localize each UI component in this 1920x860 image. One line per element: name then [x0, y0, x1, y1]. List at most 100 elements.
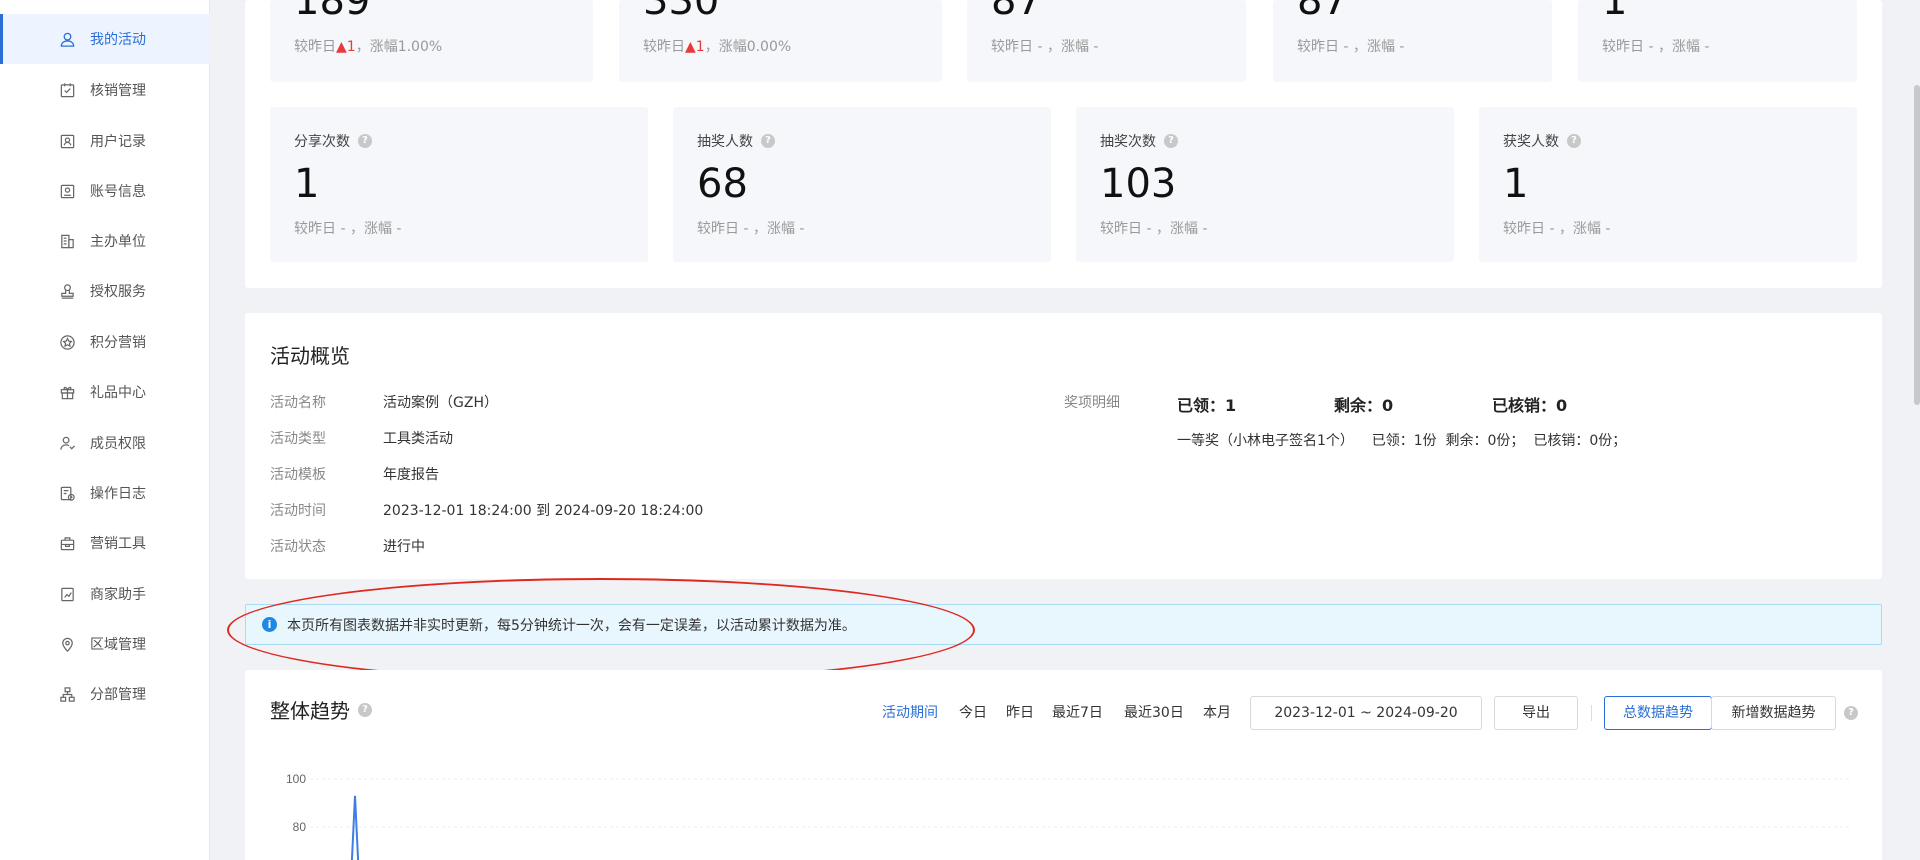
scrollbar-thumb[interactable]	[1914, 85, 1920, 405]
y-tick-label: 100	[286, 772, 306, 786]
stat-card-top-5: 1 较昨日 - ，涨幅 -	[1578, 0, 1857, 82]
stat-label: 分享次数?	[294, 131, 372, 151]
overview-row-name: 活动名称 活动案例（GZH）	[270, 395, 498, 411]
sidebar-item-label: 授权服务	[90, 284, 146, 300]
user-record-icon	[58, 132, 76, 150]
log-icon	[58, 484, 76, 502]
overview-title: 活动概览	[270, 344, 350, 368]
sidebar-item-merchant-assistant[interactable]: 商家助手	[0, 569, 210, 619]
stat-compare: 较昨日▲1，涨幅0.00%	[643, 39, 792, 55]
stat-value: 87	[991, 0, 1042, 24]
sidebar-item-label: 分部管理	[90, 687, 146, 703]
notice-text: 本页所有图表数据并非实时更新，每5分钟统计一次，会有一定误差，以活动累计数据为准…	[287, 617, 856, 634]
stat-value: 103	[1100, 161, 1177, 207]
sidebar-item-my-activity[interactable]: 我的活动	[0, 14, 210, 64]
sidebar-item-points-marketing[interactable]: 积分营销	[0, 317, 210, 367]
total-trend-button[interactable]: 总数据趋势	[1604, 696, 1712, 730]
help-icon[interactable]: ?	[1567, 134, 1581, 148]
toolbox-icon	[58, 534, 76, 552]
stat-value: 68	[697, 161, 748, 207]
notice-banner: i 本页所有图表数据并非实时更新，每5分钟统计一次，会有一定误差，以活动累计数据…	[245, 604, 1882, 645]
stat-card-top-4: 87 较昨日 - ，涨幅 -	[1273, 0, 1552, 82]
stat-value: 330	[643, 0, 720, 24]
up-arrow-icon: ▲	[336, 39, 347, 55]
stamp-icon	[58, 282, 76, 300]
location-icon	[58, 635, 76, 653]
stat-label: 获奖人数?	[1503, 131, 1581, 151]
stat-card-top-1: 189 较昨日▲1，涨幅1.00%	[270, 0, 593, 82]
stat-value: 87	[1297, 0, 1348, 24]
help-icon[interactable]: ?	[761, 134, 775, 148]
overview-row-type: 活动类型 工具类活动	[270, 431, 453, 447]
filter-today[interactable]: 今日	[959, 702, 987, 722]
stat-card-lottery-count: 抽奖次数? 103 较昨日 - ，涨幅 -	[1076, 107, 1454, 262]
overview-row-template: 活动模板 年度报告	[270, 467, 439, 483]
stat-compare: 较昨日 - ，涨幅 -	[1602, 39, 1710, 55]
verify-icon	[58, 81, 76, 99]
help-icon[interactable]: ?	[1164, 134, 1178, 148]
sidebar-item-label: 营销工具	[90, 536, 146, 552]
overview-card	[245, 313, 1882, 579]
overview-row-time: 活动时间 2023-12-01 18:24:00 到 2024-09-20 18:…	[270, 503, 704, 519]
stat-compare: 较昨日 - ，涨幅 -	[1297, 39, 1405, 55]
y-tick-label: 80	[293, 820, 307, 834]
trend-chart: 100 80	[286, 772, 1850, 860]
up-arrow-icon: ▲	[685, 39, 696, 55]
help-icon[interactable]: ?	[1844, 706, 1858, 720]
prize-detail: 一等奖（小林电子签名1个） 已领：1份 剩余：0份； 已核销：0份；	[1177, 433, 1627, 449]
prize-remaining: 剩余：0	[1334, 396, 1394, 415]
sidebar-item-user-records[interactable]: 用户记录	[0, 116, 210, 166]
filter-last-30-days[interactable]: 最近30日	[1124, 702, 1184, 722]
sidebar-item-verification[interactable]: 核销管理	[0, 65, 210, 115]
divider	[1591, 705, 1592, 721]
account-icon	[58, 182, 76, 200]
sidebar-item-label: 用户记录	[90, 134, 146, 150]
stat-card-shares: 分享次数? 1 较昨日 - ，涨幅 -	[270, 107, 648, 262]
org-icon	[58, 685, 76, 703]
sidebar: 我的活动 核销管理 用户记录 账号信息 主办单位 授权服务 积分营销 礼品中心 …	[0, 0, 210, 860]
sidebar-item-label: 我的活动	[90, 32, 146, 48]
prize-label: 奖项明细	[1064, 395, 1120, 411]
sidebar-item-marketing-tools[interactable]: 营销工具	[0, 518, 210, 568]
sidebar-item-label: 成员权限	[90, 436, 146, 452]
stat-value: 1	[1602, 0, 1628, 24]
member-icon	[58, 434, 76, 452]
scrollbar[interactable]	[1914, 0, 1920, 860]
export-button[interactable]: 导出	[1494, 696, 1578, 730]
stat-value: 1	[1503, 161, 1529, 207]
sidebar-item-account-info[interactable]: 账号信息	[0, 166, 210, 216]
filter-this-month[interactable]: 本月	[1203, 702, 1231, 722]
series-line	[350, 795, 360, 860]
stat-compare: 较昨日 - ，涨幅 -	[294, 221, 402, 237]
sidebar-item-authorization[interactable]: 授权服务	[0, 266, 210, 316]
stat-compare: 较昨日 - ，涨幅 -	[991, 39, 1099, 55]
stat-label: 抽奖次数?	[1100, 131, 1178, 151]
stat-card-top-3: 87 较昨日 - ，涨幅 -	[967, 0, 1246, 82]
filter-activity-period[interactable]: 活动期间	[882, 702, 938, 722]
new-trend-button[interactable]: 新增数据趋势	[1711, 696, 1836, 730]
sidebar-item-branch-management[interactable]: 分部管理	[0, 669, 210, 719]
stat-card-top-2: 330 较昨日▲1，涨幅0.00%	[619, 0, 942, 82]
sidebar-item-organizer[interactable]: 主办单位	[0, 216, 210, 266]
stat-label: 抽奖人数?	[697, 131, 775, 151]
sidebar-item-member-permissions[interactable]: 成员权限	[0, 418, 210, 468]
sidebar-item-label: 主办单位	[90, 234, 146, 250]
trend-title: 整体趋势?	[270, 695, 372, 724]
assistant-icon	[58, 585, 76, 603]
sidebar-item-label: 区域管理	[90, 637, 146, 653]
help-icon[interactable]: ?	[358, 134, 372, 148]
date-range-picker[interactable]: 2023-12-01 ~ 2024-09-20	[1250, 696, 1482, 730]
sidebar-item-operation-log[interactable]: 操作日志	[0, 468, 210, 518]
sidebar-item-label: 账号信息	[90, 184, 146, 200]
filter-yesterday[interactable]: 昨日	[1006, 702, 1034, 722]
sidebar-item-label: 积分营销	[90, 335, 146, 351]
sidebar-item-gift-center[interactable]: 礼品中心	[0, 367, 210, 417]
sidebar-item-region-management[interactable]: 区域管理	[0, 619, 210, 669]
points-icon	[58, 333, 76, 351]
filter-last-7-days[interactable]: 最近7日	[1052, 702, 1103, 722]
help-icon[interactable]: ?	[358, 702, 372, 717]
stat-card-winners: 获奖人数? 1 较昨日 - ，涨幅 -	[1479, 107, 1857, 262]
status-badge: 进行中	[383, 539, 425, 555]
building-icon	[58, 232, 76, 250]
sidebar-item-label: 核销管理	[90, 83, 146, 99]
